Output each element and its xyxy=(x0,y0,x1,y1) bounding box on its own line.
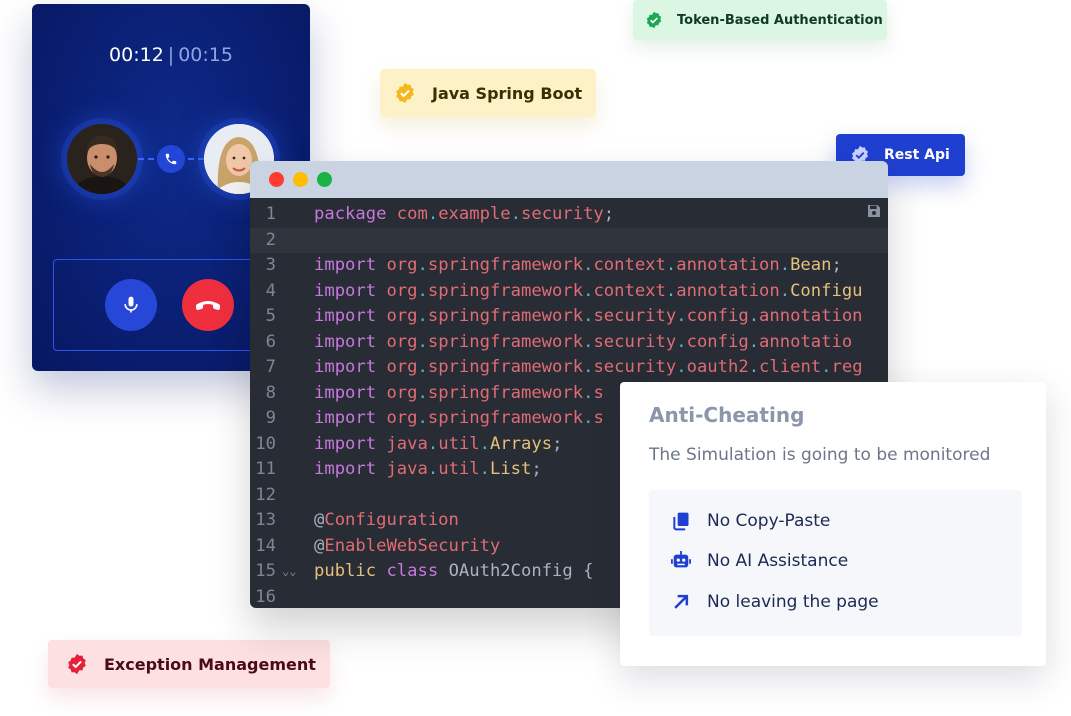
verified-badge-icon xyxy=(646,11,662,29)
token-auth-tag: Token-Based Authentication xyxy=(633,0,887,40)
verified-badge-icon xyxy=(68,653,86,675)
close-window-button[interactable] xyxy=(269,172,284,187)
rule-label: No AI Assistance xyxy=(707,551,849,571)
list-item: No Copy-Paste xyxy=(669,508,830,534)
elapsed-time: 00:12 xyxy=(109,44,164,66)
timer-separator: | xyxy=(167,44,175,66)
code-line: 1 package com.example.security; xyxy=(265,204,615,224)
tag-label: Exception Management xyxy=(104,654,316,674)
code-line: 4 import org.springframework.context.anno… xyxy=(265,280,863,301)
java-spring-tag: Java Spring Boot xyxy=(380,69,596,117)
window-titlebar xyxy=(250,161,888,198)
list-item: No AI Assistance xyxy=(669,548,848,574)
arrow-up-right-icon xyxy=(669,590,693,614)
tag-label: Java Spring Boot xyxy=(432,83,583,103)
rule-label: No Copy-Paste xyxy=(707,511,831,531)
tag-label: Rest Api xyxy=(884,147,950,163)
rules-list: No Copy-Paste No AI Assistance No leavin… xyxy=(649,490,1022,636)
card-subtitle: The Simulation is going to be monitored xyxy=(649,445,991,465)
call-timer: 00:12 | 00:15 xyxy=(32,44,310,66)
maximize-window-button[interactable] xyxy=(317,172,332,187)
code-line: 3 import org.springframework.context.anno… xyxy=(265,255,842,275)
code-line: 2 xyxy=(250,227,888,253)
rule-label: No leaving the page xyxy=(707,592,879,612)
exception-tag: Exception Management xyxy=(48,640,330,688)
hang-up-icon xyxy=(196,301,220,310)
code-line: 5 import org.springframework.security.con… xyxy=(265,306,863,326)
microphone-icon xyxy=(124,296,138,313)
code-line: 7 import org.springframework.security.oau… xyxy=(265,357,863,377)
copy-icon xyxy=(669,509,693,533)
man-portrait-icon xyxy=(67,124,137,194)
phone-icon xyxy=(157,145,185,173)
minimize-window-button[interactable] xyxy=(293,172,308,187)
end-call-button[interactable] xyxy=(182,279,234,331)
avatar-caller xyxy=(67,124,137,194)
tag-label: Token-Based Authentication xyxy=(677,12,883,28)
fold-chevron-icon[interactable]: ⌄⌄ xyxy=(282,559,296,585)
microphone-button[interactable] xyxy=(105,279,157,331)
anti-cheating-card: Anti-Cheating The Simulation is going to… xyxy=(620,382,1046,666)
list-item: No leaving the page xyxy=(669,589,879,615)
card-title: Anti-Cheating xyxy=(649,403,805,427)
verified-badge-icon xyxy=(396,82,414,104)
robot-icon xyxy=(669,549,693,573)
total-time: 00:15 xyxy=(178,44,233,66)
code-line: 6 import org.springframework.security.con… xyxy=(265,331,853,352)
